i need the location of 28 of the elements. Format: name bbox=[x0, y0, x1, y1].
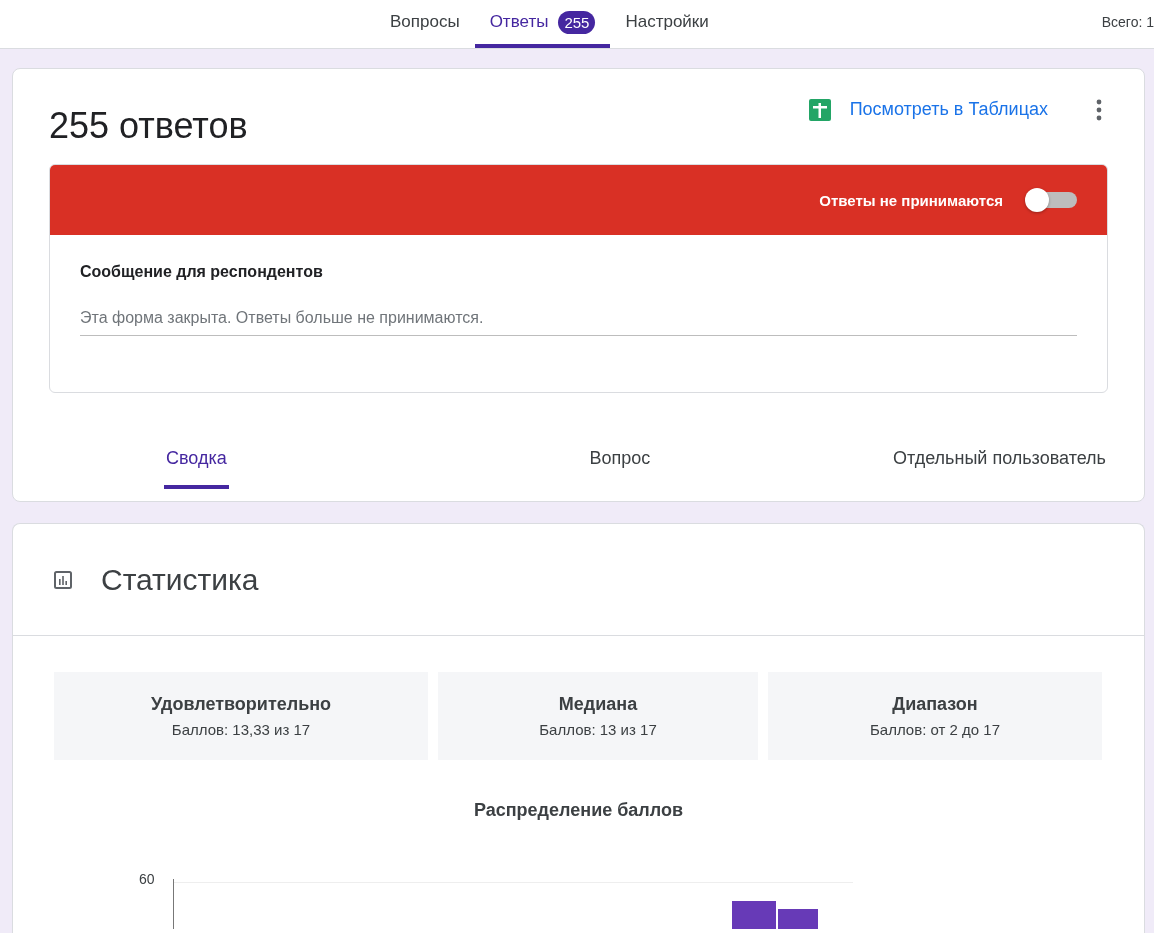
stat-title: Удовлетворительно bbox=[150, 694, 332, 715]
stat-value: Баллов: 13,33 из 17 bbox=[171, 721, 311, 738]
total-count: Всего: 1 bbox=[1101, 14, 1154, 30]
stat-value: Баллов: 13 из 17 bbox=[539, 721, 657, 738]
chart-icon bbox=[53, 569, 73, 590]
accepting-label: Ответы не принимаются bbox=[819, 191, 1003, 209]
stat-title: Медиана bbox=[558, 694, 638, 715]
histogram-bar bbox=[731, 901, 776, 929]
count-badge: 255 bbox=[558, 10, 596, 34]
histogram-bar bbox=[777, 909, 818, 929]
sheets-icon[interactable] bbox=[807, 97, 832, 122]
statistics-title: Статистика bbox=[101, 562, 259, 597]
message-field[interactable]: Эта форма закрыта. Ответы больше не принимаются. bbox=[80, 309, 1077, 336]
stat-title: Диапазон bbox=[892, 694, 978, 715]
more-icon[interactable] bbox=[1096, 98, 1102, 121]
stat-value: Баллов: от 2 до 17 bbox=[870, 721, 1000, 738]
responses-title: 255 ответов bbox=[49, 104, 248, 147]
chart-title: Распределение баллов bbox=[472, 800, 685, 821]
view-tab[interactable]: Сводка bbox=[164, 433, 229, 489]
top-tab[interactable]: Вопросы bbox=[375, 0, 475, 48]
view-tab[interactable]: Отдельный пользователь bbox=[891, 433, 1108, 489]
axis-tick-label: 60 bbox=[139, 871, 155, 887]
y-axis-line bbox=[172, 879, 174, 929]
top-tab[interactable]: Ответы 255 bbox=[474, 0, 611, 48]
view-in-sheets-link[interactable]: Посмотреть в Таблицах bbox=[849, 99, 1048, 120]
view-tab[interactable]: Вопрос bbox=[587, 433, 653, 489]
message-label: Сообщение для респондентов bbox=[80, 263, 324, 281]
top-tab[interactable]: Настройки bbox=[610, 0, 724, 48]
